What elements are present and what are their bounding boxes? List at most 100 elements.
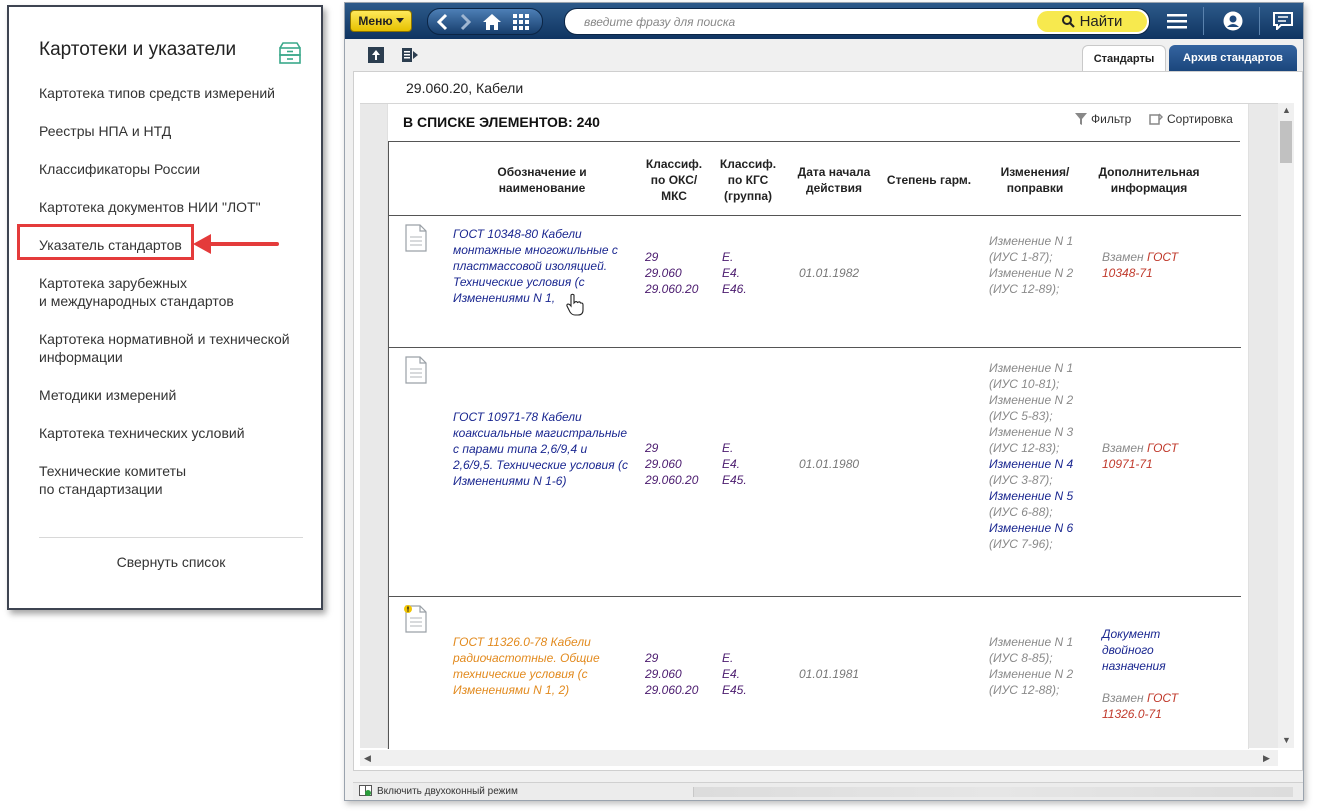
document-title-link[interactable]: ГОСТ 10971-78 Кабели коаксиальные магист…: [453, 409, 628, 489]
changes-text: (ИУС 3-87);: [989, 473, 1053, 487]
document-warning-icon: [404, 605, 427, 633]
table-row[interactable]: ГОСТ 10971-78 Кабели коаксиальные магист…: [389, 347, 1241, 596]
changes-cell: Изменение N 1 (ИУС 1-87); Изменение N 2 …: [989, 234, 1074, 296]
header-oks: Классиф. по ОКС/ МКС: [645, 157, 703, 203]
sort-icon: [1149, 112, 1163, 125]
kgs-cell: Е. Е4. Е46.: [722, 250, 747, 296]
document-page: В СПИСКЕ ЭЛЕМЕНТОВ: 240 Фильтр Сортировк…: [387, 104, 1249, 749]
catalogs-panel: Картотеки и указатели Картотека типов ср…: [7, 5, 323, 610]
filter-label: Фильтр: [1091, 112, 1132, 126]
filter-button[interactable]: Фильтр: [1075, 112, 1131, 126]
scroll-thumb[interactable]: [1280, 121, 1292, 163]
document-area: В СПИСКЕ ЭЛЕМЕНТОВ: 240 Фильтр Сортировк…: [360, 103, 1278, 749]
main-window: Меню Найти: [344, 2, 1304, 801]
top-bar: Меню Найти: [345, 3, 1303, 39]
table-row[interactable]: ГОСТ 11326.0-78 Кабели радиочастотные. О…: [389, 596, 1241, 749]
left-item-technical-conditions[interactable]: Картотека технических условий: [39, 424, 245, 442]
header-extra: Дополнительная информация: [1098, 165, 1200, 195]
scroll-left-icon[interactable]: ◀: [364, 753, 371, 764]
extra-cell: Взамен ГОСТ 10348-71: [1102, 249, 1222, 281]
home-icon[interactable]: [482, 13, 502, 31]
vertical-scrollbar[interactable]: ▲ ▼: [1278, 103, 1294, 748]
user-button[interactable]: [1209, 3, 1257, 39]
changes-text: (ИУС 6-88);: [989, 505, 1053, 519]
left-item-foreign-standards[interactable]: Картотека зарубежных и международных ста…: [39, 274, 234, 310]
separator: [1203, 7, 1204, 35]
export-icon[interactable]: [367, 46, 385, 64]
left-item-normative-info[interactable]: Картотека нормативной и технической инфо…: [39, 330, 290, 366]
status-bar: Включить двухоконный режим: [353, 782, 1303, 800]
find-button[interactable]: Найти: [1037, 11, 1147, 32]
changes-text: (ИУС 7-96);: [989, 537, 1053, 551]
horizontal-scrollbar[interactable]: ◀ ▶: [360, 750, 1278, 766]
hamburger-button[interactable]: [1153, 3, 1201, 39]
left-item-npa-registers[interactable]: Реестры НПА и НТД: [39, 122, 171, 140]
oks-cell: 29 29.060 29.060.20: [645, 250, 699, 296]
header-harmonization: Степень гарм.: [886, 173, 972, 187]
forward-icon[interactable]: [458, 13, 472, 31]
scroll-right-icon[interactable]: ▶: [1263, 753, 1270, 764]
panel-title: Картотеки и указатели: [39, 39, 237, 60]
panel-toggle-icon[interactable]: [401, 46, 419, 64]
document-icon: [405, 356, 427, 384]
left-item-technical-committees[interactable]: Технические комитеты по стандартизации: [39, 462, 186, 498]
user-icon: [1223, 11, 1243, 31]
red-arrow-icon: [193, 234, 279, 254]
left-item-classifiers[interactable]: Классификаторы России: [39, 160, 200, 178]
divider: [39, 537, 303, 538]
breadcrumb: 29.060.20, Кабели: [406, 80, 524, 96]
feedback-button[interactable]: [1259, 3, 1307, 39]
change-4-link[interactable]: Изменение N 4: [989, 457, 1073, 471]
find-label: Найти: [1079, 13, 1123, 30]
two-window-icon: [359, 785, 372, 796]
left-item-measuring-types[interactable]: Картотека типов средств измерений: [39, 84, 275, 102]
table-row[interactable]: ГОСТ 10348-80 Кабели монтажные многожиль…: [389, 215, 1241, 347]
hamburger-icon: [1167, 14, 1187, 29]
back-icon[interactable]: [436, 13, 450, 31]
hand-cursor-icon: [566, 293, 584, 316]
change-5-link[interactable]: Изменение N 5: [989, 489, 1073, 503]
tab-standards[interactable]: Стандарты: [1082, 45, 1166, 71]
document-title-link[interactable]: ГОСТ 11326.0-78 Кабели радиочастотные. О…: [453, 634, 628, 698]
menu-button[interactable]: Меню: [350, 10, 412, 32]
change-6-link[interactable]: Изменение N 6: [989, 521, 1073, 535]
two-window-toggle[interactable]: Включить двухоконный режим: [359, 785, 518, 797]
tab-archive[interactable]: Архив стандартов: [1169, 45, 1297, 71]
status-info: [693, 787, 1293, 797]
sort-button[interactable]: Сортировка: [1149, 112, 1233, 126]
kgs-cell: Е. Е4. Е45.: [722, 441, 747, 487]
standards-table: Обозначение и наименование Классиф. по О…: [388, 141, 1241, 749]
date-cell: 01.01.1980: [799, 457, 860, 471]
menu-label: Меню: [358, 14, 393, 28]
collapse-list-link[interactable]: Свернуть список: [9, 554, 333, 570]
nav-group: [427, 8, 543, 35]
oks-cell: 29 29.060 29.060.20: [645, 441, 699, 487]
scroll-up-icon[interactable]: ▲: [1282, 105, 1291, 115]
replaces-label: Взамен: [1102, 441, 1147, 455]
oks-cell: 29 29.060 29.060.20: [645, 651, 699, 697]
filter-icon: [1075, 112, 1087, 125]
feedback-icon: [1273, 12, 1293, 30]
header-changes: Изменения/ поправки: [1000, 165, 1070, 195]
changes-cell: Изменение N 1 (ИУС 10-81); Изменение N 2…: [989, 360, 1089, 552]
replaces-label: Взамен: [1102, 250, 1147, 264]
header-date: Дата начала действия: [797, 165, 871, 195]
caret-down-icon: [395, 18, 404, 23]
date-cell: 01.01.1982: [799, 266, 860, 280]
kgs-cell: Е. Е4. Е45.: [722, 651, 747, 697]
list-count: В СПИСКЕ ЭЛЕМЕНТОВ: 240: [403, 114, 600, 130]
search-icon: [1061, 15, 1075, 28]
document-title-link[interactable]: ГОСТ 10348-80 Кабели монтажные многожиль…: [453, 226, 628, 306]
dual-purpose-link[interactable]: Документ двойного назначения: [1102, 627, 1166, 673]
search-input[interactable]: [582, 9, 1022, 34]
extra-cell: Взамен ГОСТ 10971-71: [1102, 440, 1222, 472]
document-icon: [405, 224, 427, 252]
grid-icon[interactable]: [512, 13, 530, 31]
left-item-lot-documents[interactable]: Картотека документов НИИ "ЛОТ": [39, 198, 261, 216]
header-title: Обозначение и наименование: [497, 165, 587, 195]
cabinet-icon: [279, 42, 301, 64]
scroll-down-icon[interactable]: ▼: [1282, 735, 1291, 745]
left-item-measurement-methods[interactable]: Методики измерений: [39, 386, 176, 404]
replaces-label: Взамен: [1102, 691, 1147, 705]
extra-cell: Документ двойного назначения Взамен ГОСТ…: [1102, 626, 1222, 722]
